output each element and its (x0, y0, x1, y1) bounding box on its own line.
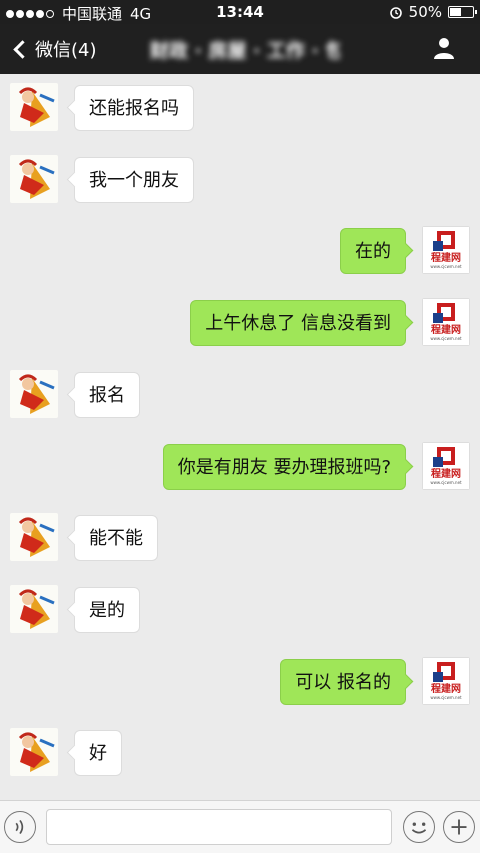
message-row: 好 (0, 728, 480, 778)
received-message-bubble[interactable]: 能不能 (74, 515, 158, 561)
contact-avatar[interactable] (10, 585, 58, 633)
profile-icon[interactable] (432, 36, 456, 60)
emoji-icon[interactable] (403, 811, 435, 843)
contact-avatar[interactable] (10, 370, 58, 418)
chat-title: 财政 · 房屋 · 工作 · 包报 (150, 40, 340, 62)
my-avatar[interactable]: 程建网 www.cjcwm.net (422, 298, 470, 346)
received-message-bubble[interactable]: 好 (74, 730, 122, 776)
received-message-bubble[interactable]: 我一个朋友 (74, 157, 194, 203)
sent-message-bubble[interactable]: 上午休息了 信息没看到 (190, 300, 406, 346)
received-message-bubble[interactable]: 还能报名吗 (74, 85, 194, 131)
nav-bar: 微信(4) 财政 · 房屋 · 工作 · 包报 (0, 24, 480, 74)
battery-icon (448, 6, 477, 18)
message-row: 报名 (0, 370, 480, 420)
logo-subtext: www.cjcwm.net (430, 336, 462, 341)
message-list[interactable]: 还能报名吗 我一个朋友 程建网 www.cjcwm.net 在的 程建网 www.cjcwm… (0, 74, 480, 800)
back-label: 微信(4) (35, 40, 97, 61)
logo-subtext: www.cjcwm.net (430, 480, 462, 485)
my-avatar[interactable]: 程建网 www.cjcwm.net (422, 226, 470, 274)
sent-message-bubble[interactable]: 你是有朋友 要办理报班吗? (162, 444, 406, 490)
sent-message-bubble[interactable]: 可以 报名的 (280, 659, 406, 705)
message-row: 能不能 (0, 513, 480, 563)
received-message-bubble[interactable]: 是的 (74, 587, 140, 633)
back-button[interactable]: 微信(4) (10, 36, 97, 62)
input-bar (0, 800, 480, 853)
contact-avatar[interactable] (10, 513, 58, 561)
battery-percent: 50% (408, 3, 442, 21)
received-message-bubble[interactable]: 报名 (74, 372, 140, 418)
logo-text: 程建网 (431, 682, 461, 695)
contact-avatar[interactable] (10, 155, 58, 203)
message-row: 还能报名吗 (0, 83, 480, 133)
contact-avatar[interactable] (10, 728, 58, 776)
message-row: 是的 (0, 585, 480, 635)
message-input[interactable] (46, 809, 392, 845)
logo-subtext: www.cjcwm.net (430, 264, 462, 269)
sent-message-bubble[interactable]: 在的 (340, 228, 406, 274)
voice-input-icon[interactable] (4, 811, 36, 843)
message-row: 程建网 www.cjcwm.net 你是有朋友 要办理报班吗? (0, 442, 480, 492)
logo-subtext: www.cjcwm.net (430, 695, 462, 700)
message-row: 程建网 www.cjcwm.net 在的 (0, 226, 480, 276)
message-row: 我一个朋友 (0, 155, 480, 205)
message-row: 程建网 www.cjcwm.net 可以 报名的 (0, 657, 480, 707)
logo-text: 程建网 (431, 467, 461, 480)
my-avatar[interactable]: 程建网 www.cjcwm.net (422, 442, 470, 490)
logo-text: 程建网 (431, 323, 461, 336)
my-avatar[interactable]: 程建网 www.cjcwm.net (422, 657, 470, 705)
alarm-icon (389, 7, 402, 19)
message-row: 程建网 www.cjcwm.net 上午休息了 信息没看到 (0, 298, 480, 348)
contact-avatar[interactable] (10, 83, 58, 131)
chevron-left-icon (13, 39, 32, 59)
plus-icon[interactable] (443, 811, 475, 843)
status-bar: 中国联通 4G 13:44 50% (0, 0, 480, 24)
logo-text: 程建网 (431, 251, 461, 264)
